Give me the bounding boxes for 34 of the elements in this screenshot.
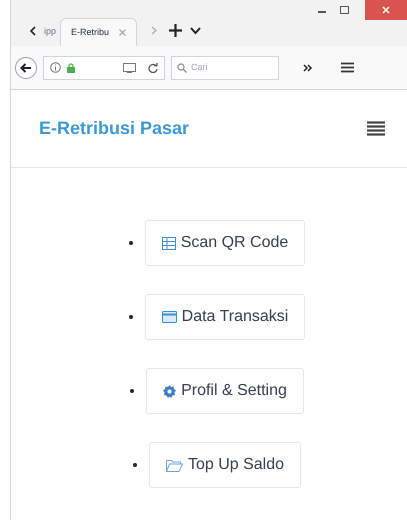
folder-icon	[166, 458, 183, 472]
menu-icon[interactable]	[367, 120, 385, 136]
app-title: E-Retribusi Pasar	[39, 117, 190, 140]
browser-tab[interactable]: ipp	[40, 18, 60, 46]
scroll-left-icon[interactable]	[29, 26, 36, 36]
overflow-icon[interactable]	[303, 64, 313, 72]
menu-icon[interactable]	[341, 62, 354, 73]
back-arrow-icon	[20, 62, 32, 72]
minimize-icon[interactable]	[318, 10, 326, 14]
bullet-icon	[128, 241, 133, 245]
lock-icon	[67, 62, 75, 72]
reload-icon[interactable]	[148, 62, 158, 72]
bullet-icon	[130, 389, 134, 393]
bullet-icon	[128, 315, 133, 319]
close-icon	[382, 6, 390, 14]
reader-view-icon[interactable]	[123, 62, 136, 72]
info-icon[interactable]	[50, 62, 61, 73]
browser-tab[interactable]: E-Retribu	[60, 18, 138, 46]
new-tab-icon[interactable]	[169, 24, 182, 37]
search-icon	[177, 62, 187, 72]
grid-icon	[162, 236, 176, 250]
search-placeholder: Cari	[191, 60, 208, 74]
credit-card-icon	[162, 311, 177, 323]
maximize-icon[interactable]	[340, 6, 349, 14]
chevron-down-icon[interactable]	[190, 27, 202, 35]
bullet-icon	[132, 463, 137, 467]
address-field[interactable]	[43, 56, 165, 80]
menu-button[interactable]: Scan QR Code	[144, 220, 306, 266]
gear-icon	[163, 384, 176, 398]
menu-button[interactable]: Top Up Saldo	[148, 442, 302, 488]
close-tab-icon[interactable]	[119, 29, 126, 36]
back-button[interactable]	[15, 56, 37, 78]
menu-button[interactable]: Profil & Setting	[146, 368, 304, 414]
menu-button[interactable]: Data Transaksi	[144, 294, 306, 340]
